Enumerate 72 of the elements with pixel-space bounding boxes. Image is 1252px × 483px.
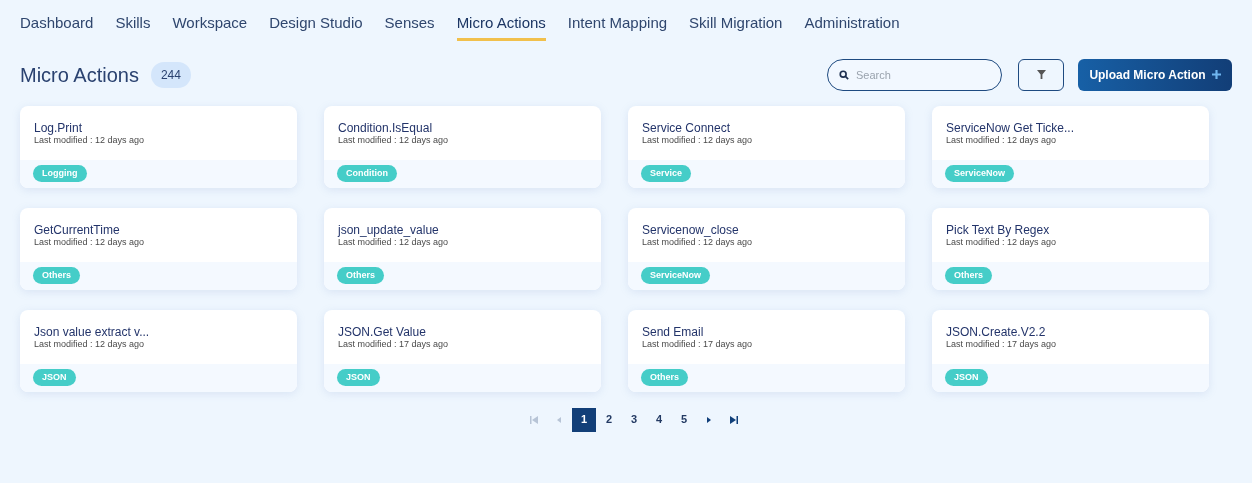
nav-tab[interactable]: Workspace bbox=[172, 12, 248, 41]
page-button[interactable]: 3 bbox=[622, 407, 646, 432]
page-button[interactable]: 2 bbox=[597, 407, 621, 432]
tag-badge: JSON bbox=[33, 368, 76, 387]
page-button[interactable]: 4 bbox=[647, 407, 671, 432]
card-subtitle: Last modified : 12 days ago bbox=[34, 134, 146, 146]
card-title: JSON.Create.V2.2 bbox=[946, 324, 1047, 339]
page-button[interactable]: 1 bbox=[572, 407, 596, 432]
nav-tab[interactable]: Skills bbox=[115, 12, 151, 41]
card-title: Json value extract v... bbox=[34, 324, 151, 339]
tag-badge: Others bbox=[337, 266, 384, 285]
skip-arrow-icon bbox=[529, 414, 539, 425]
card-subtitle: Last modified : 17 days ago bbox=[338, 338, 450, 350]
tag-badge: Others bbox=[33, 266, 80, 285]
tag-badge: Others bbox=[945, 266, 992, 285]
nav-tab[interactable]: Micro Actions bbox=[456, 12, 546, 41]
nav-tab[interactable]: Design Studio bbox=[269, 12, 363, 41]
nav-tab[interactable]: Skill Migration bbox=[689, 12, 783, 41]
card-subtitle: Last modified : 12 days ago bbox=[34, 338, 146, 350]
nav-tab[interactable]: Administration bbox=[804, 12, 900, 41]
card-title: Servicenow_close bbox=[642, 222, 740, 237]
tag-badge: JSON bbox=[945, 368, 988, 387]
tag-badge: ServiceNow bbox=[641, 266, 711, 285]
card-title: GetCurrentTime bbox=[34, 222, 121, 237]
action-card[interactable]: Log.Print Last modified : 12 days ago Logging bbox=[20, 105, 297, 188]
action-card[interactable]: ServiceNow Get Ticke... Last modified : 12 days ago ServiceNow bbox=[932, 105, 1209, 188]
card-subtitle: Last modified : 12 days ago bbox=[946, 134, 1058, 146]
plus-icon bbox=[1211, 70, 1221, 79]
search-field[interactable]: Search bbox=[827, 58, 1002, 91]
card-subtitle: Last modified : 17 days ago bbox=[946, 338, 1058, 350]
filter-icon bbox=[1036, 70, 1046, 79]
count-badge: 244 bbox=[150, 61, 191, 88]
card-title: Log.Print bbox=[34, 120, 84, 135]
action-card[interactable]: JSON.Get Value Last modified : 17 days ago JSON bbox=[324, 309, 601, 392]
filter-button[interactable] bbox=[1018, 58, 1064, 91]
action-card[interactable]: Service Connect Last modified : 12 days ago Service bbox=[628, 105, 905, 188]
tag-badge: Others bbox=[641, 368, 688, 387]
card-title: Pick Text By Regex bbox=[946, 222, 1051, 237]
page-title: Micro Actions bbox=[20, 62, 139, 88]
tag-badge: JSON bbox=[337, 368, 380, 387]
upload-button[interactable]: Upload Micro Action bbox=[1078, 58, 1232, 91]
card-subtitle: Last modified : 12 days ago bbox=[642, 134, 754, 146]
card-title: Condition.IsEqual bbox=[338, 120, 434, 135]
action-card[interactable]: GetCurrentTime Last modified : 12 days ago Others bbox=[20, 207, 297, 290]
action-card[interactable]: json_update_value Last modified : 12 days ago Others bbox=[324, 207, 601, 290]
action-card[interactable]: Servicenow_close Last modified : 12 days ago ServiceNow bbox=[628, 207, 905, 290]
card-title: Service Connect bbox=[642, 120, 732, 135]
action-card[interactable]: Send Email Last modified : 17 days ago Others bbox=[628, 309, 905, 392]
card-subtitle: Last modified : 17 days ago bbox=[642, 338, 754, 350]
tag-badge: Logging bbox=[33, 164, 87, 183]
card-subtitle: Last modified : 12 days ago bbox=[946, 236, 1058, 248]
tag-badge: ServiceNow bbox=[945, 164, 1015, 183]
card-title: json_update_value bbox=[338, 222, 440, 237]
card-title: Send Email bbox=[642, 324, 705, 339]
nav-tab[interactable]: Dashboard bbox=[20, 12, 94, 41]
action-card[interactable]: Condition.IsEqual Last modified : 12 days ago Condition bbox=[324, 105, 601, 188]
action-card[interactable]: Pick Text By Regex Last modified : 12 days ago Others bbox=[932, 207, 1209, 290]
card-subtitle: Last modified : 12 days ago bbox=[642, 236, 754, 248]
card-subtitle: Last modified : 12 days ago bbox=[338, 134, 450, 146]
action-card[interactable]: JSON.Create.V2.2 Last modified : 17 days ago JSON bbox=[932, 309, 1209, 392]
search-icon bbox=[839, 69, 849, 80]
card-title: ServiceNow Get Ticke... bbox=[946, 120, 1076, 135]
card-subtitle: Last modified : 12 days ago bbox=[34, 236, 146, 248]
tag-badge: Condition bbox=[337, 164, 397, 183]
action-card[interactable]: Json value extract v... Last modified : 12 days ago JSON bbox=[20, 309, 297, 392]
skip-arrow-icon bbox=[729, 414, 739, 425]
card-title: JSON.Get Value bbox=[338, 324, 427, 339]
page-button[interactable]: 5 bbox=[672, 407, 696, 432]
tag-badge: Service bbox=[641, 164, 692, 183]
card-subtitle: Last modified : 12 days ago bbox=[338, 236, 450, 248]
nav-tab[interactable]: Senses bbox=[384, 12, 435, 41]
nav-tab[interactable]: Intent Mapping bbox=[567, 12, 668, 41]
